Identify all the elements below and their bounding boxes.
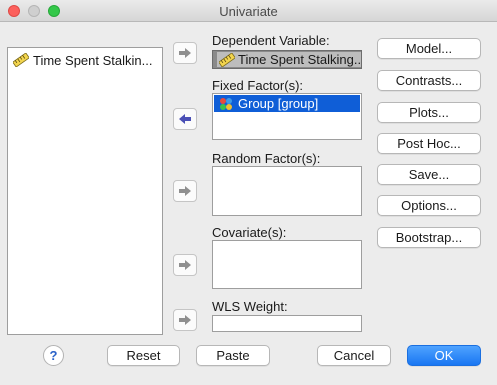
fixed-factors-label: Fixed Factor(s): xyxy=(212,78,304,93)
covariates-list[interactable] xyxy=(212,240,362,289)
dependent-variable-value: Time Spent Stalking... xyxy=(238,52,361,67)
options-button[interactable]: Options... xyxy=(377,195,481,216)
dependent-variable-field[interactable]: Time Spent Stalking... xyxy=(212,50,362,69)
plots-button[interactable]: Plots... xyxy=(377,102,481,123)
arrow-right-icon xyxy=(179,315,191,325)
move-to-covariate-button[interactable] xyxy=(173,254,197,276)
nominal-variable-icon xyxy=(220,97,232,110)
ok-button[interactable]: OK xyxy=(407,345,481,366)
move-to-dependent-button[interactable] xyxy=(173,42,197,64)
scale-ruler-icon xyxy=(219,52,235,67)
move-to-random-factor-button[interactable] xyxy=(173,180,197,202)
arrow-right-icon xyxy=(179,48,191,58)
cancel-button[interactable]: Cancel xyxy=(317,345,391,366)
covariates-label: Covariate(s): xyxy=(212,225,287,240)
reset-button[interactable]: Reset xyxy=(107,345,180,366)
random-factors-label: Random Factor(s): xyxy=(212,151,321,166)
list-item-label: Group [group] xyxy=(238,96,319,111)
dependent-variable-label: Dependent Variable: xyxy=(212,33,330,48)
random-factors-list[interactable] xyxy=(212,166,362,216)
arrow-right-icon xyxy=(179,186,191,196)
help-button[interactable]: ? xyxy=(43,345,64,366)
move-from-fixed-factor-button[interactable] xyxy=(173,108,197,130)
arrow-left-icon xyxy=(179,114,191,124)
arrow-right-icon xyxy=(179,260,191,270)
window-title: Univariate xyxy=(219,4,278,19)
model-button[interactable]: Model... xyxy=(377,38,481,59)
source-variable-list[interactable]: Time Spent Stalkin... xyxy=(7,47,163,335)
bootstrap-button[interactable]: Bootstrap... xyxy=(377,227,481,248)
fixed-factors-list[interactable]: Group [group] xyxy=(212,93,362,140)
list-item-label: Time Spent Stalkin... xyxy=(33,52,153,68)
post-hoc-button[interactable]: Post Hoc... xyxy=(377,133,481,154)
scale-ruler-icon xyxy=(13,53,29,67)
paste-button[interactable]: Paste xyxy=(196,345,270,366)
contrasts-button[interactable]: Contrasts... xyxy=(377,70,481,91)
list-item[interactable]: Group [group] xyxy=(214,95,360,112)
wls-weight-field[interactable] xyxy=(212,315,362,332)
list-item[interactable]: Time Spent Stalkin... xyxy=(13,51,161,69)
move-to-wls-weight-button[interactable] xyxy=(173,309,197,331)
title-bar: Univariate xyxy=(0,0,497,22)
save-button[interactable]: Save... xyxy=(377,164,481,185)
wls-weight-label: WLS Weight: xyxy=(212,299,288,314)
